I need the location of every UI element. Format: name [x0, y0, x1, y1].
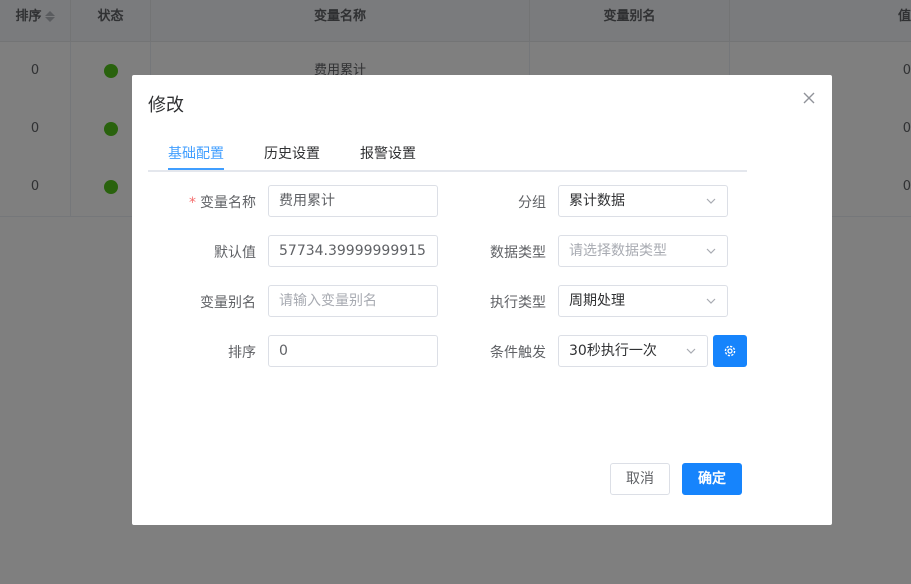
- default-value-label: 默认值: [214, 245, 256, 261]
- exectype-select[interactable]: 周期处理: [558, 285, 728, 317]
- var-name-label: * 变量名称: [189, 195, 256, 211]
- tab-basic-config[interactable]: 基础配置: [168, 143, 224, 163]
- exectype-label: 执行类型: [490, 295, 546, 311]
- tab-alarm-settings[interactable]: 报警设置: [360, 143, 416, 163]
- confirm-button[interactable]: 确定: [682, 463, 742, 495]
- edit-dialog: 修改 基础配置 历史设置 报警设置 * 变量名称 费用累计 默认值 57734.3…: [132, 75, 832, 525]
- chevron-down-icon: [706, 298, 716, 304]
- alias-input[interactable]: 请输入变量别名: [268, 285, 438, 317]
- cancel-button[interactable]: 取消: [610, 463, 670, 495]
- trigger-settings-button[interactable]: [713, 335, 747, 367]
- datatype-label: 数据类型: [490, 245, 546, 261]
- group-select[interactable]: 累计数据: [558, 185, 728, 217]
- active-tab-indicator: [168, 168, 224, 170]
- default-value-input[interactable]: 57734.39999999915: [268, 235, 438, 267]
- datatype-select[interactable]: 请选择数据类型: [558, 235, 728, 267]
- tab-history-settings[interactable]: 历史设置: [264, 143, 320, 163]
- trigger-label: 条件触发: [490, 345, 546, 361]
- dialog-title: 修改: [148, 95, 184, 116]
- close-icon[interactable]: [800, 89, 818, 107]
- group-label: 分组: [518, 195, 546, 211]
- sort-label: 排序: [228, 345, 256, 361]
- var-name-input[interactable]: 费用累计: [268, 185, 438, 217]
- alias-label: 变量别名: [200, 295, 256, 311]
- dialog-tabs: 基础配置 历史设置 报警设置: [148, 135, 747, 172]
- chevron-down-icon: [706, 248, 716, 254]
- gear-icon: [724, 345, 736, 357]
- chevron-down-icon: [686, 348, 696, 354]
- trigger-select[interactable]: 30秒执行一次: [558, 335, 708, 367]
- chevron-down-icon: [706, 198, 716, 204]
- sort-input[interactable]: 0: [268, 335, 438, 367]
